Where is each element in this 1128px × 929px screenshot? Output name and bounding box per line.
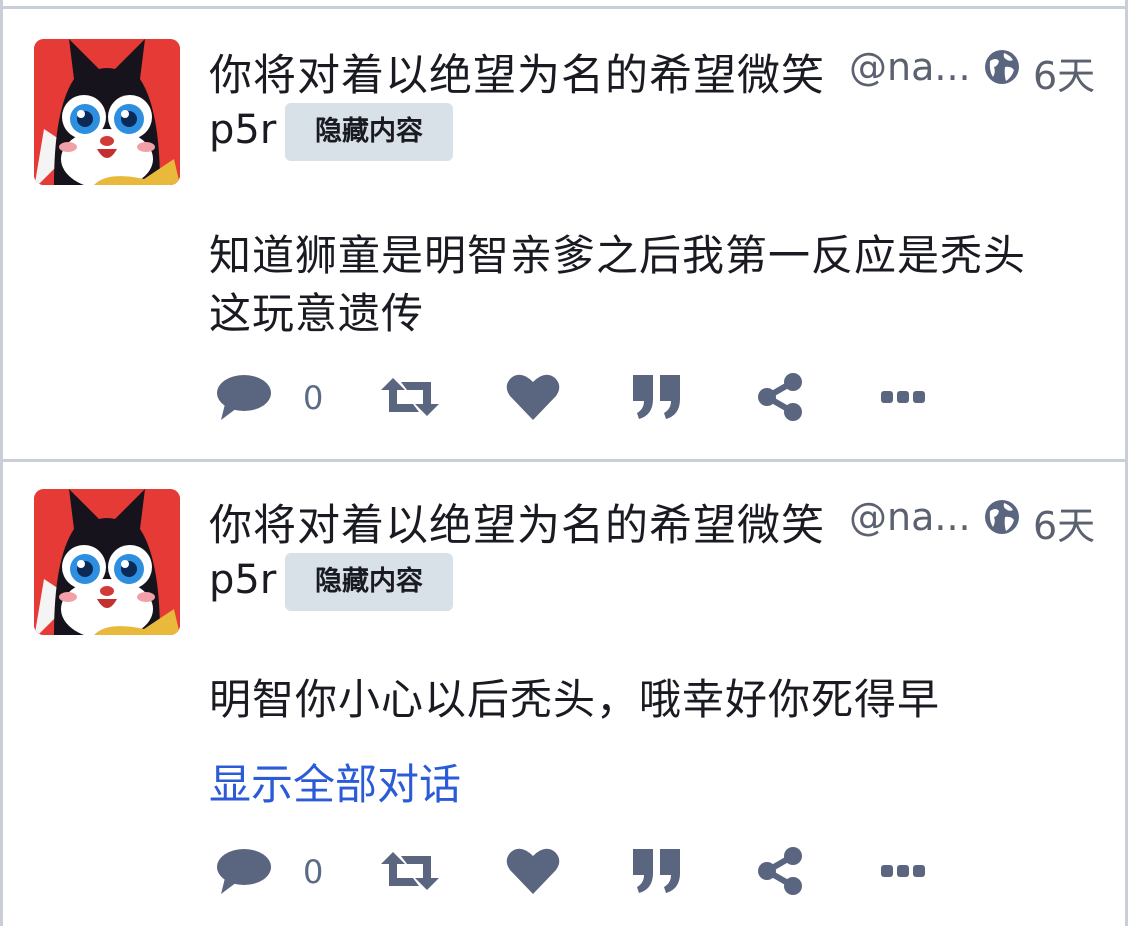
account-handle[interactable]: @na... — [849, 45, 971, 89]
status-content: 知道狮童是明智亲爹之后我第一反应是秃头 这玩意遗传 — [209, 227, 1089, 343]
quote-icon — [633, 849, 680, 893]
favourite-icon — [506, 848, 560, 894]
instance-label: p5r — [209, 557, 277, 603]
status-content: 明智你小心以后秃头，哦幸好你死得早 — [209, 671, 1089, 729]
more-button[interactable] — [881, 367, 925, 427]
globe-icon — [985, 500, 1019, 534]
status-subheader: p5r 隐藏内容 — [209, 549, 909, 613]
content-warning-toggle[interactable]: 隐藏内容 — [285, 103, 453, 161]
status-time[interactable]: 6天 — [1033, 495, 1095, 550]
status-header: 你将对着以绝望为名的希望微笑 @na... 6天 — [209, 37, 1109, 101]
status-post[interactable]: 你将对着以绝望为名的希望微笑 @na... 6天 p5r 隐藏内容 知道狮童是明… — [3, 6, 1125, 462]
favourite-button[interactable] — [505, 841, 561, 901]
more-icon — [881, 391, 925, 403]
cat-avatar-image — [34, 489, 180, 635]
favourite-icon — [506, 374, 560, 420]
more-button[interactable] — [881, 841, 925, 901]
boost-icon — [381, 378, 439, 416]
reply-count: 0 — [303, 853, 324, 891]
status-action-bar: 0 — [215, 367, 935, 427]
reply-button[interactable]: 0 — [215, 367, 323, 427]
content-line: 知道狮童是明智亲爹之后我第一反应是秃头 — [209, 231, 1027, 280]
reply-count: 0 — [303, 379, 324, 417]
timeline-feed: 你将对着以绝望为名的希望微笑 @na... 6天 p5r 隐藏内容 知道狮童是明… — [0, 0, 1128, 926]
reply-icon — [217, 849, 271, 894]
cat-avatar-image — [34, 39, 180, 185]
reply-button[interactable]: 0 — [215, 841, 323, 901]
content-line: 这玩意遗传 — [209, 289, 425, 338]
boost-button[interactable] — [379, 841, 441, 901]
instance-label: p5r — [209, 107, 277, 153]
status-header: 你将对着以绝望为名的希望微笑 @na... 6天 — [209, 487, 1109, 551]
display-name[interactable]: 你将对着以绝望为名的希望微笑 — [209, 41, 825, 103]
boost-icon — [381, 852, 439, 890]
status-action-bar: 0 — [215, 841, 935, 901]
boost-button[interactable] — [379, 367, 441, 427]
show-thread-link[interactable]: 显示全部对话 — [209, 751, 461, 812]
share-button[interactable] — [755, 841, 805, 901]
account-handle[interactable]: @na... — [849, 495, 971, 539]
share-icon — [758, 847, 802, 895]
status-time[interactable]: 6天 — [1033, 45, 1095, 100]
display-name[interactable]: 你将对着以绝望为名的希望微笑 — [209, 491, 825, 553]
globe-icon — [985, 50, 1019, 84]
quote-button[interactable] — [631, 367, 683, 427]
content-warning-toggle[interactable]: 隐藏内容 — [285, 553, 453, 611]
favourite-button[interactable] — [505, 367, 561, 427]
more-icon — [881, 865, 925, 877]
content-line: 明智你小心以后秃头，哦幸好你死得早 — [209, 675, 941, 724]
avatar[interactable] — [34, 39, 180, 185]
status-post[interactable]: 你将对着以绝望为名的希望微笑 @na... 6天 p5r 隐藏内容 明智你小心以… — [3, 459, 1125, 929]
share-icon — [758, 373, 802, 421]
avatar[interactable] — [34, 489, 180, 635]
share-button[interactable] — [755, 367, 805, 427]
quote-button[interactable] — [631, 841, 683, 901]
quote-icon — [633, 375, 680, 419]
reply-icon — [217, 375, 271, 420]
status-subheader: p5r 隐藏内容 — [209, 99, 909, 163]
